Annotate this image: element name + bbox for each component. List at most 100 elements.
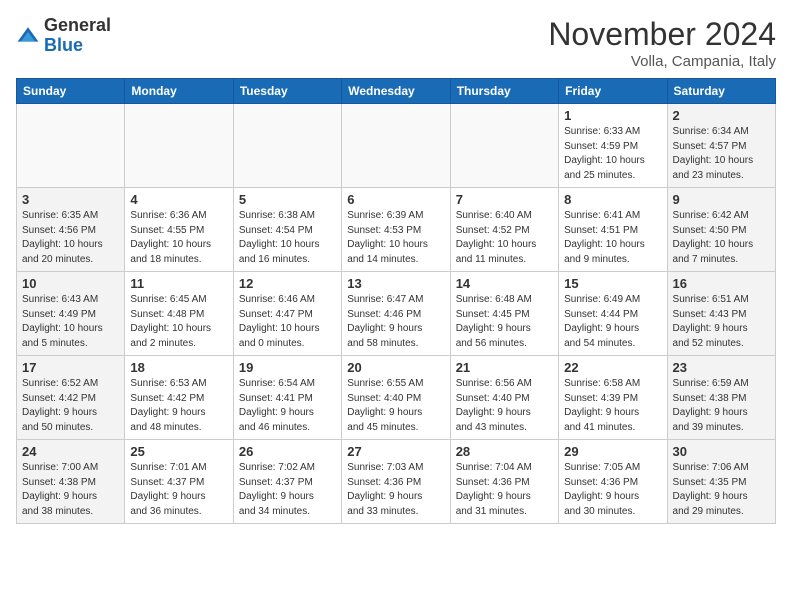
- calendar-cell: 27Sunrise: 7:03 AM Sunset: 4:36 PM Dayli…: [342, 440, 450, 524]
- day-number: 19: [239, 360, 336, 375]
- weekday-header: Monday: [125, 79, 233, 104]
- weekday-header: Wednesday: [342, 79, 450, 104]
- calendar-cell: 3Sunrise: 6:35 AM Sunset: 4:56 PM Daylig…: [17, 188, 125, 272]
- calendar-cell: 24Sunrise: 7:00 AM Sunset: 4:38 PM Dayli…: [17, 440, 125, 524]
- calendar-cell: 4 Sunrise: 6:36 AM Sunset: 4:55 PM Daylig…: [125, 188, 233, 272]
- calendar-week-row: 3Sunrise: 6:35 AM Sunset: 4:56 PM Daylig…: [17, 188, 776, 272]
- calendar-cell: [125, 104, 233, 188]
- calendar-cell: [17, 104, 125, 188]
- day-number: 6: [347, 192, 444, 207]
- title-block: November 2024 Volla, Campania, Italy: [548, 16, 776, 70]
- day-number: 17: [22, 360, 119, 375]
- location: Volla, Campania, Italy: [548, 53, 776, 70]
- calendar-week-row: 1 Sunrise: 6:33 AM Sunset: 4:59 PM Daylig…: [17, 104, 776, 188]
- day-number: 13: [347, 276, 444, 291]
- calendar-cell: 1 Sunrise: 6:33 AM Sunset: 4:59 PM Daylig…: [559, 104, 667, 188]
- day-number: 26: [239, 444, 336, 459]
- day-info: Sunrise: 7:05 AM Sunset: 4:36 PM Dayligh…: [564, 461, 661, 519]
- day-number: 29: [564, 444, 661, 459]
- day-number: 24: [22, 444, 119, 459]
- day-info: Sunrise: 6:36 AM Sunset: 4:55 PM Dayligh…: [130, 209, 227, 267]
- calendar-cell: 17 Sunrise: 6:52 AM Sunset: 4:42 PM Dayli…: [17, 356, 125, 440]
- logo-icon: [16, 24, 40, 48]
- calendar-cell: 20Sunrise: 6:55 AM Sunset: 4:40 PM Dayli…: [342, 356, 450, 440]
- day-number: 8: [564, 192, 661, 207]
- calendar-cell: 19 Sunrise: 6:54 AM Sunset: 4:41 PM Dayli…: [233, 356, 341, 440]
- day-number: 30: [673, 444, 770, 459]
- calendar-cell: 7 Sunrise: 6:40 AM Sunset: 4:52 PM Daylig…: [450, 188, 558, 272]
- day-info: Sunrise: 6:38 AM Sunset: 4:54 PM Dayligh…: [239, 209, 336, 267]
- day-number: 3: [22, 192, 119, 207]
- calendar-cell: 9 Sunrise: 6:42 AM Sunset: 4:50 PM Daylig…: [667, 188, 775, 272]
- day-number: 1: [564, 108, 661, 123]
- day-info: Sunrise: 6:59 AM Sunset: 4:38 PM Dayligh…: [673, 377, 770, 435]
- day-number: 16: [673, 276, 770, 291]
- day-info: Sunrise: 6:39 AM Sunset: 4:53 PM Dayligh…: [347, 209, 444, 267]
- day-info: Sunrise: 6:56 AM Sunset: 4:40 PM Dayligh…: [456, 377, 553, 435]
- calendar-header-row: SundayMondayTuesdayWednesdayThursdayFrid…: [17, 79, 776, 104]
- calendar-cell: 21 Sunrise: 6:56 AM Sunset: 4:40 PM Dayli…: [450, 356, 558, 440]
- day-number: 20: [347, 360, 444, 375]
- calendar-week-row: 24Sunrise: 7:00 AM Sunset: 4:38 PM Dayli…: [17, 440, 776, 524]
- calendar-cell: 22Sunrise: 6:58 AM Sunset: 4:39 PM Dayli…: [559, 356, 667, 440]
- day-info: Sunrise: 6:33 AM Sunset: 4:59 PM Dayligh…: [564, 125, 661, 183]
- day-info: Sunrise: 6:52 AM Sunset: 4:42 PM Dayligh…: [22, 377, 119, 435]
- calendar-cell: 29 Sunrise: 7:05 AM Sunset: 4:36 PM Dayli…: [559, 440, 667, 524]
- day-info: Sunrise: 6:58 AM Sunset: 4:39 PM Dayligh…: [564, 377, 661, 435]
- calendar-cell: 5Sunrise: 6:38 AM Sunset: 4:54 PM Daylig…: [233, 188, 341, 272]
- day-info: Sunrise: 6:54 AM Sunset: 4:41 PM Dayligh…: [239, 377, 336, 435]
- day-info: Sunrise: 6:34 AM Sunset: 4:57 PM Dayligh…: [673, 125, 770, 183]
- calendar-cell: 14Sunrise: 6:48 AM Sunset: 4:45 PM Dayli…: [450, 272, 558, 356]
- day-info: Sunrise: 7:02 AM Sunset: 4:37 PM Dayligh…: [239, 461, 336, 519]
- calendar-cell: 16 Sunrise: 6:51 AM Sunset: 4:43 PM Dayli…: [667, 272, 775, 356]
- day-info: Sunrise: 6:40 AM Sunset: 4:52 PM Dayligh…: [456, 209, 553, 267]
- page-header: General Blue November 2024 Volla, Campan…: [16, 16, 776, 70]
- day-info: Sunrise: 7:06 AM Sunset: 4:35 PM Dayligh…: [673, 461, 770, 519]
- calendar-cell: 30 Sunrise: 7:06 AM Sunset: 4:35 PM Dayli…: [667, 440, 775, 524]
- weekday-header: Saturday: [667, 79, 775, 104]
- calendar-cell: [233, 104, 341, 188]
- day-info: Sunrise: 6:43 AM Sunset: 4:49 PM Dayligh…: [22, 293, 119, 351]
- calendar-cell: 10Sunrise: 6:43 AM Sunset: 4:49 PM Dayli…: [17, 272, 125, 356]
- calendar-cell: 25Sunrise: 7:01 AM Sunset: 4:37 PM Dayli…: [125, 440, 233, 524]
- day-number: 7: [456, 192, 553, 207]
- calendar-cell: 8Sunrise: 6:41 AM Sunset: 4:51 PM Daylig…: [559, 188, 667, 272]
- logo: General Blue: [16, 16, 111, 56]
- calendar-cell: 11 Sunrise: 6:45 AM Sunset: 4:48 PM Dayli…: [125, 272, 233, 356]
- day-number: 9: [673, 192, 770, 207]
- day-number: 4: [130, 192, 227, 207]
- day-number: 2: [673, 108, 770, 123]
- calendar-cell: [342, 104, 450, 188]
- calendar-cell: 23Sunrise: 6:59 AM Sunset: 4:38 PM Dayli…: [667, 356, 775, 440]
- calendar-week-row: 10Sunrise: 6:43 AM Sunset: 4:49 PM Dayli…: [17, 272, 776, 356]
- day-number: 15: [564, 276, 661, 291]
- day-number: 25: [130, 444, 227, 459]
- day-info: Sunrise: 6:49 AM Sunset: 4:44 PM Dayligh…: [564, 293, 661, 351]
- day-number: 28: [456, 444, 553, 459]
- month-title: November 2024: [548, 16, 776, 53]
- day-info: Sunrise: 6:51 AM Sunset: 4:43 PM Dayligh…: [673, 293, 770, 351]
- day-number: 18: [130, 360, 227, 375]
- calendar-cell: 15 Sunrise: 6:49 AM Sunset: 4:44 PM Dayli…: [559, 272, 667, 356]
- calendar-cell: 18Sunrise: 6:53 AM Sunset: 4:42 PM Dayli…: [125, 356, 233, 440]
- calendar-cell: 2 Sunrise: 6:34 AM Sunset: 4:57 PM Daylig…: [667, 104, 775, 188]
- day-number: 21: [456, 360, 553, 375]
- weekday-header: Sunday: [17, 79, 125, 104]
- calendar-week-row: 17 Sunrise: 6:52 AM Sunset: 4:42 PM Dayli…: [17, 356, 776, 440]
- day-info: Sunrise: 7:04 AM Sunset: 4:36 PM Dayligh…: [456, 461, 553, 519]
- calendar-cell: 12Sunrise: 6:46 AM Sunset: 4:47 PM Dayli…: [233, 272, 341, 356]
- day-info: Sunrise: 7:03 AM Sunset: 4:36 PM Dayligh…: [347, 461, 444, 519]
- calendar-cell: 28 Sunrise: 7:04 AM Sunset: 4:36 PM Dayli…: [450, 440, 558, 524]
- day-info: Sunrise: 6:45 AM Sunset: 4:48 PM Dayligh…: [130, 293, 227, 351]
- day-info: Sunrise: 6:48 AM Sunset: 4:45 PM Dayligh…: [456, 293, 553, 351]
- day-number: 11: [130, 276, 227, 291]
- calendar-cell: 26 Sunrise: 7:02 AM Sunset: 4:37 PM Dayli…: [233, 440, 341, 524]
- logo-text: General Blue: [44, 16, 111, 56]
- day-info: Sunrise: 6:46 AM Sunset: 4:47 PM Dayligh…: [239, 293, 336, 351]
- logo-general: General: [44, 15, 111, 35]
- calendar-cell: 13Sunrise: 6:47 AM Sunset: 4:46 PM Dayli…: [342, 272, 450, 356]
- day-info: Sunrise: 6:42 AM Sunset: 4:50 PM Dayligh…: [673, 209, 770, 267]
- weekday-header: Tuesday: [233, 79, 341, 104]
- calendar-cell: [450, 104, 558, 188]
- calendar-cell: 6 Sunrise: 6:39 AM Sunset: 4:53 PM Daylig…: [342, 188, 450, 272]
